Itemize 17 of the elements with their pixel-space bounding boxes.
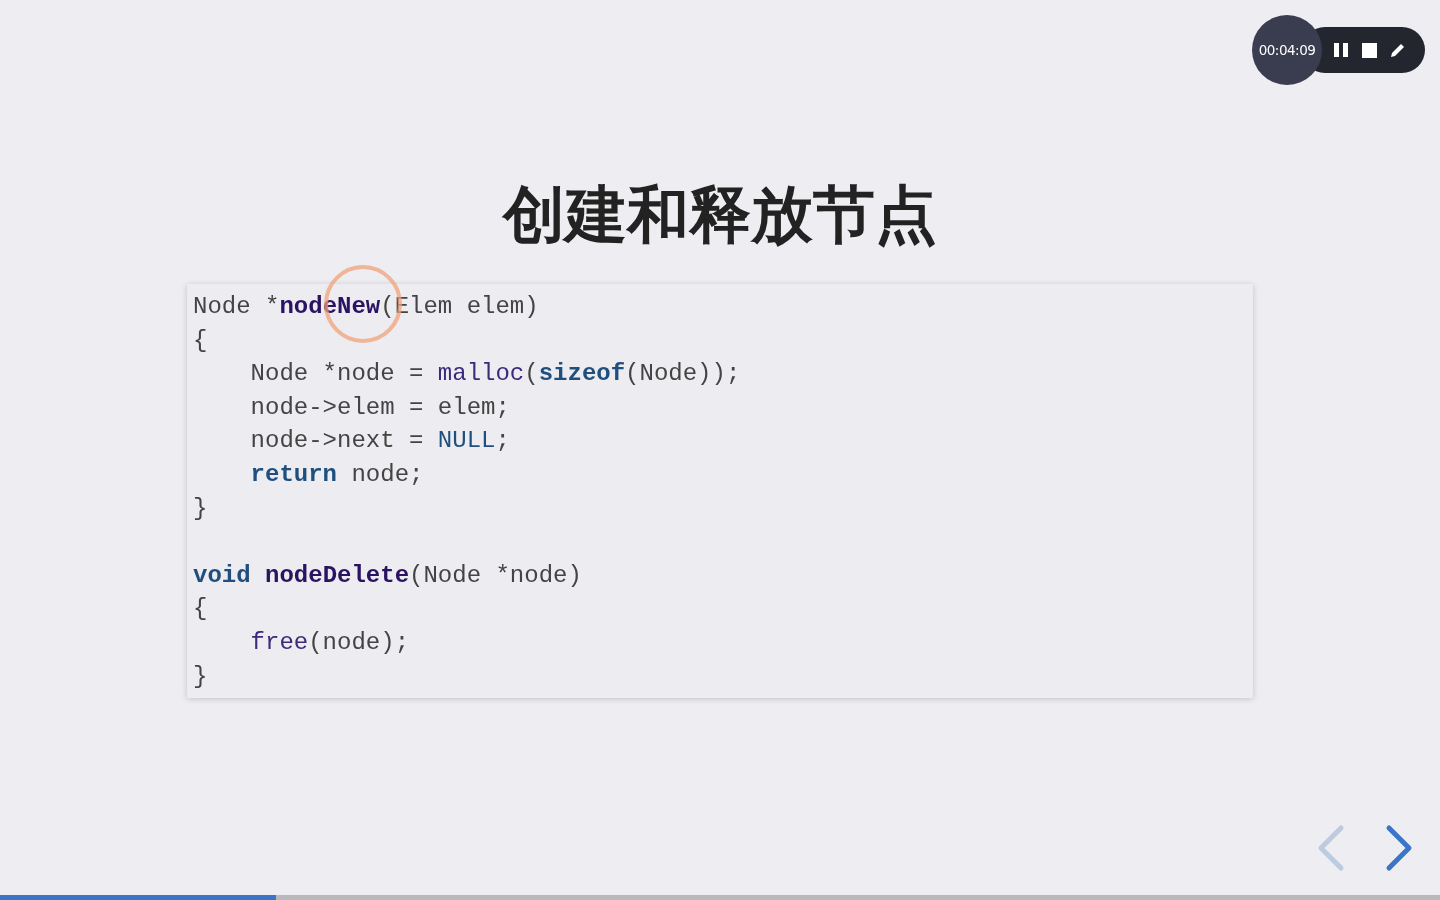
code-line: { — [193, 325, 208, 356]
recording-timer: 00:04:09 — [1252, 15, 1322, 85]
code-line: { — [193, 594, 208, 625]
stop-button[interactable] — [1362, 42, 1377, 58]
code-line: Node *nodeNew(Elem elem) — [193, 292, 539, 322]
code-line: node->elem = elem; — [249, 392, 510, 423]
code-line: node->next = NULL; — [249, 426, 510, 457]
code-line: return node; — [249, 459, 424, 490]
pen-button[interactable] — [1390, 42, 1406, 58]
pause-button[interactable] — [1333, 42, 1349, 58]
code-line: free(node); — [249, 627, 410, 658]
code-line: } — [193, 661, 208, 692]
code-line: } — [193, 493, 208, 524]
next-button[interactable] — [1384, 824, 1414, 872]
code-line: Node *node = malloc(sizeof(Node)); — [249, 359, 741, 390]
code-line: void nodeDelete(Node *node) — [193, 560, 582, 591]
slide-title: 创建和释放节点 — [503, 177, 937, 253]
